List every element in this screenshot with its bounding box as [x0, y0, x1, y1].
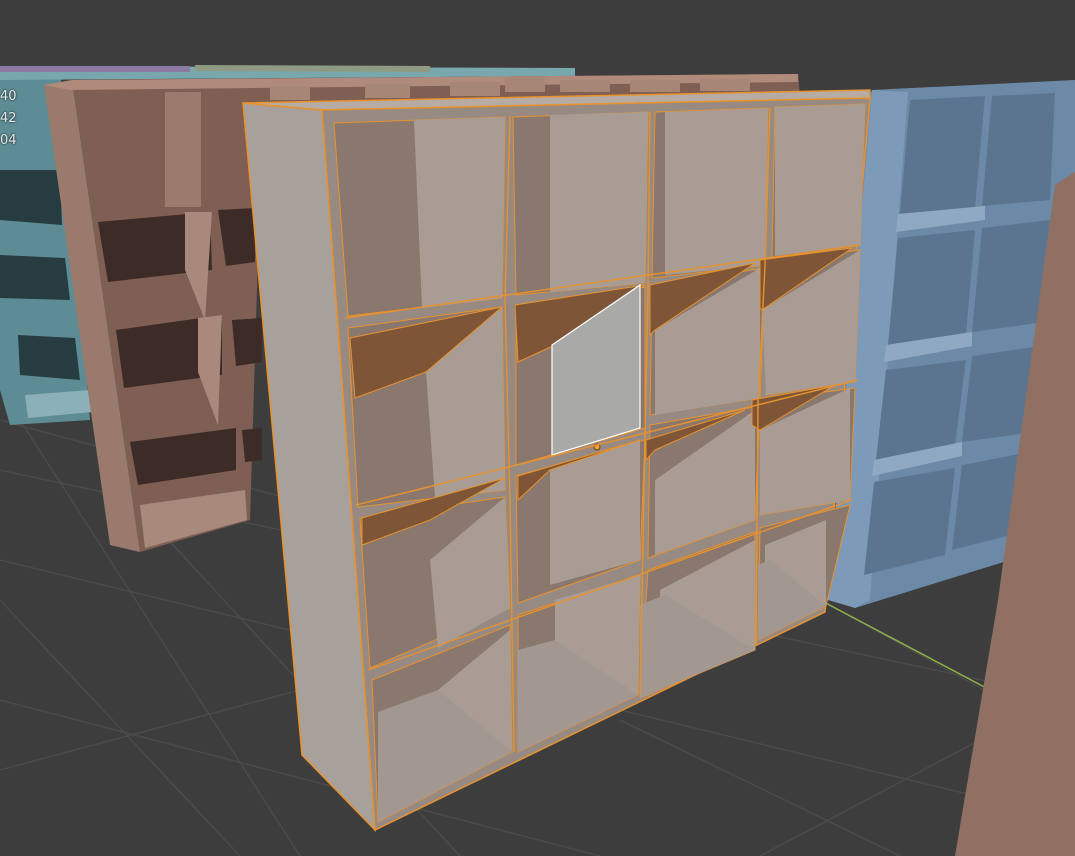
stats-line-3: 04 [0, 133, 17, 148]
stats-line-2: 42 [0, 111, 17, 126]
stats-line-1: 40 [0, 89, 17, 104]
3d-viewport[interactable]: 40 42 04 [0, 0, 1075, 856]
viewport-scene[interactable] [0, 0, 1075, 856]
viewport-stats-overlay: 40 42 04 [0, 86, 17, 152]
